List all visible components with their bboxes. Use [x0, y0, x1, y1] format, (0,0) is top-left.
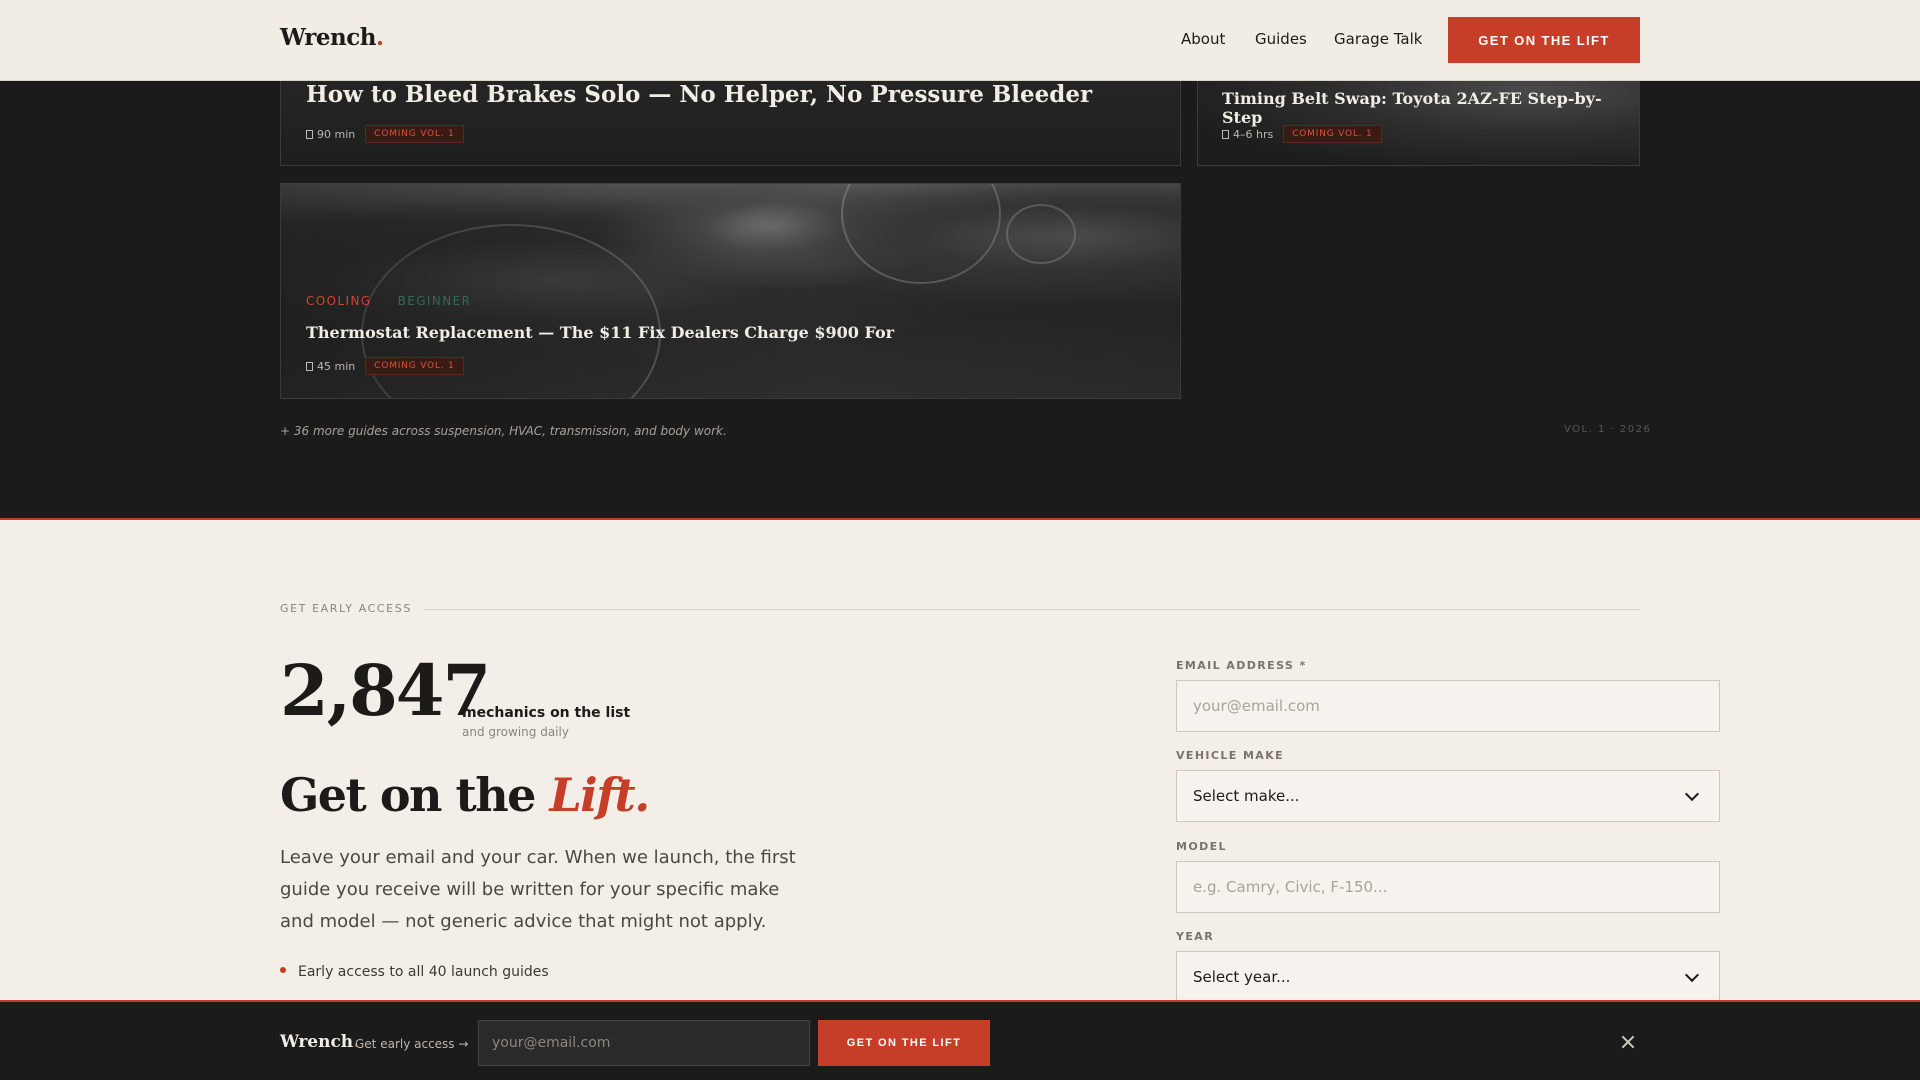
page-headline: Get on the Lift. — [280, 768, 650, 822]
duration: 4–6 hrs — [1222, 128, 1273, 141]
headline-accent: Lift. — [549, 768, 650, 822]
vehicle-make-value: Select make... — [1193, 787, 1300, 805]
model-field[interactable] — [1176, 861, 1720, 913]
category-tag: COOLING — [306, 294, 372, 308]
lede-paragraph: Leave your email and your car. When we l… — [280, 847, 796, 932]
signup-count-label: mechanics on the list — [462, 705, 631, 721]
year-value: Select year... — [1193, 968, 1291, 986]
status-badge: COMING VOL. 1 — [365, 125, 464, 143]
guide-card-title: Timing Belt Swap: Toyota 2AZ-FE Step-by-… — [1222, 89, 1602, 127]
benefit-list-item: Early access to all 40 launch guides — [280, 964, 549, 980]
year-label: YEAR — [1176, 930, 1215, 943]
guide-card-meta: 4–6 hrs COMING VOL. 1 — [1222, 125, 1382, 143]
nav-link-guides[interactable]: Guides — [1255, 30, 1307, 48]
benefit-text: Early access to all 40 launch guides — [298, 964, 549, 980]
email-field[interactable] — [1176, 680, 1720, 732]
email-label: EMAIL ADDRESS * — [1176, 659, 1307, 672]
duration-text: 4–6 hrs — [1233, 127, 1274, 141]
year-select[interactable]: Select year... — [1176, 951, 1720, 1003]
nav-link-about[interactable]: About — [1181, 30, 1225, 48]
status-badge: COMING VOL. 1 — [365, 357, 464, 375]
guide-card-title: How to Bleed Brakes Solo — No Helper, No… — [306, 81, 1093, 108]
top-nav: Wrench. About Guides Garage Talk GET ON … — [0, 0, 1920, 81]
bar-email-input[interactable] — [478, 1020, 810, 1066]
status-badge: COMING VOL. 1 — [1283, 125, 1382, 143]
chevron-down-icon — [1684, 967, 1700, 983]
clock-icon — [306, 361, 313, 371]
bar-get-on-the-lift-button[interactable]: GET ON THE LIFT — [818, 1020, 990, 1066]
headline-text: Get on the — [280, 768, 550, 822]
more-guides-note: + 36 more guides across suspension, HVAC… — [280, 424, 727, 438]
logo-text: Wrench — [280, 1032, 354, 1052]
sticky-signup-bar: Wrench. Get early access → GET ON THE LI… — [0, 1000, 1920, 1080]
guide-card-thermostat[interactable]: COOLING BEGINNER Thermostat Replacement … — [280, 183, 1181, 399]
guide-card-title: Thermostat Replacement — The $11 Fix Dea… — [306, 323, 895, 342]
vehicle-make-label: VEHICLE MAKE — [1176, 749, 1285, 762]
duration: 90 min — [306, 128, 355, 141]
logo-dot: . — [376, 24, 384, 51]
bar-tagline: Get early access → — [355, 1037, 469, 1051]
guide-card-meta: 45 min COMING VOL. 1 — [306, 357, 464, 375]
vehicle-make-select[interactable]: Select make... — [1176, 770, 1720, 822]
logo-text: Wrench — [280, 24, 377, 51]
chevron-down-icon — [1684, 786, 1700, 802]
guide-card-meta: 90 min COMING VOL. 1 — [306, 125, 464, 143]
signup-count: 2,847 — [280, 649, 491, 732]
bullet-dot-icon — [280, 967, 286, 973]
site-logo[interactable]: Wrench. — [280, 24, 384, 51]
duration-text: 90 min — [317, 127, 356, 141]
clock-icon — [306, 129, 313, 139]
clock-icon — [1222, 129, 1229, 139]
get-on-the-lift-button[interactable]: GET ON THE LIFT — [1448, 17, 1640, 63]
nav-link-garage-talk[interactable]: Garage Talk — [1334, 30, 1422, 48]
model-label: MODEL — [1176, 840, 1227, 853]
signup-count-sub: and growing daily — [462, 725, 569, 739]
bar-logo[interactable]: Wrench. — [280, 1032, 359, 1052]
difficulty-tag: BEGINNER — [397, 294, 472, 308]
close-icon[interactable] — [1618, 1032, 1638, 1052]
eyebrow-divider — [424, 609, 1640, 610]
category-row: COOLING BEGINNER — [306, 294, 471, 308]
duration-text: 45 min — [317, 359, 356, 373]
volume-note: VOL. 1 · 2026 — [1564, 424, 1652, 435]
duration: 45 min — [306, 360, 355, 373]
section-eyebrow: GET EARLY ACCESS — [280, 602, 412, 615]
